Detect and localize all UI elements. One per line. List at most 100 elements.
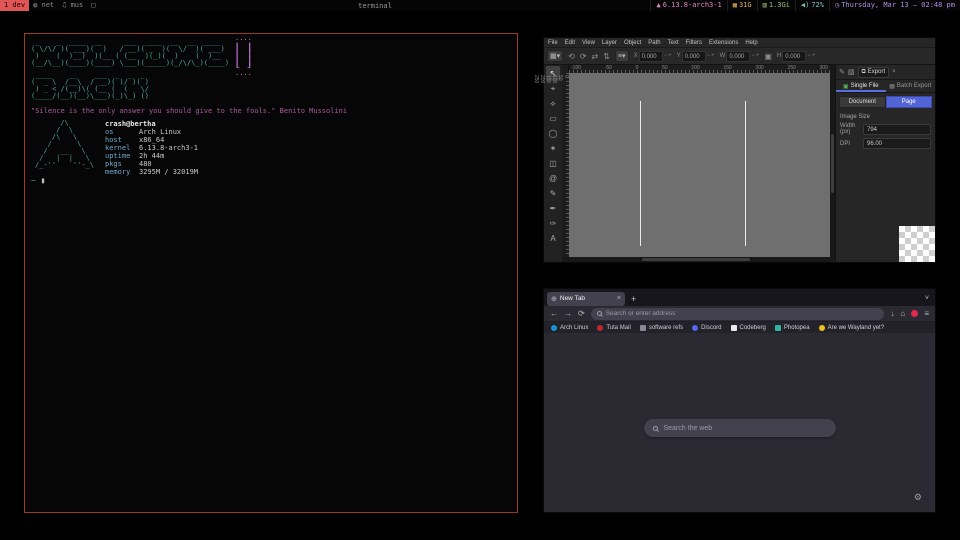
export-width-input[interactable]: 794 (863, 124, 931, 135)
workspace-tag-mus[interactable]: ♫ mus (58, 0, 87, 11)
downloads-button[interactable]: ↓ (890, 309, 894, 318)
codeberg-bookmark-icon (731, 325, 737, 331)
menu-help[interactable]: Help (745, 40, 757, 46)
fetch-row-uptime: uptime 2h 44m (105, 152, 198, 160)
batch-export-tab[interactable]: ▦ Batch Export (886, 80, 936, 92)
folder-icon (640, 325, 646, 331)
focused-window-title: terminal (99, 2, 650, 10)
personalize-gear-icon[interactable]: ⚙ (914, 492, 922, 503)
rotate-ccw-icon[interactable]: ⟲ (568, 52, 575, 61)
new-tab-button[interactable]: + (631, 294, 636, 304)
vertical-ruler[interactable]: 050 100150 200250 (562, 73, 569, 257)
rotate-cw-icon[interactable]: ⟳ (580, 52, 587, 61)
back-ascii-art: ____ __ ___ _ _ _ ( _ \ /__\ / __)( )/ )… (31, 72, 149, 100)
workspace-tag-net[interactable]: ◍ net (29, 0, 58, 11)
menu-text[interactable]: Text (668, 40, 679, 46)
canvas-area: -100-50 050 100150 200250 300 050 100150… (562, 65, 830, 262)
active-tab[interactable]: ⊕ New Tab × (547, 292, 625, 306)
bookmark-discord[interactable]: Discord (692, 325, 721, 331)
y-coordinate-spinner[interactable]: Y 0.000 − + (677, 51, 715, 62)
menu-object[interactable]: Object (624, 40, 641, 46)
clock-status: ◷ Thursday, Mar 13 — 02:48 pm (829, 0, 960, 11)
menu-button[interactable]: ≡ (924, 309, 929, 318)
shell-prompt[interactable]: ~ ▮ (31, 176, 45, 185)
menu-view[interactable]: View (582, 40, 595, 46)
arch-icon: ▲ (656, 0, 660, 11)
fetch-row-os: os Arch Linux (105, 128, 198, 136)
fetch-row-pkgs: pkgs 480 (105, 160, 198, 168)
page-button[interactable]: Page (886, 96, 933, 108)
horizontal-ruler[interactable]: -100-50 050 100150 200250 300 (569, 65, 830, 73)
search-icon (653, 426, 658, 431)
fetch-user-host: crash@bertha (105, 120, 198, 128)
globe-icon: ⊕ (551, 295, 557, 303)
width-spinner[interactable]: W 0.000 − + (720, 51, 760, 62)
single-file-tab[interactable]: ▣ Single File (836, 80, 886, 92)
adblocker-extension-icon[interactable] (911, 310, 918, 317)
workspace-tag-dev[interactable]: 1 dev (0, 0, 29, 11)
terminal-window[interactable]: _ _ ____ __ ___ ____ __ __ ____ ( \/\/ )… (24, 33, 518, 513)
fetch-row-memory: memory 3295M / 32019M (105, 168, 198, 176)
menu-file[interactable]: File (548, 40, 558, 46)
export-icon: ⧉ (862, 69, 866, 76)
export-dpi-input[interactable]: 96.00 (863, 138, 931, 149)
reload-button[interactable]: ⟳ (578, 309, 585, 318)
drawing-canvas[interactable] (569, 73, 830, 257)
dpi-field-row: DPI 96.00 (836, 137, 935, 151)
back-button[interactable]: ← (550, 309, 558, 318)
align-dropdown[interactable]: ≡▾ (615, 50, 629, 62)
horizontal-scrollbar[interactable] (562, 257, 830, 262)
document-button[interactable]: Document (839, 96, 886, 108)
x-coordinate-spinner[interactable]: X 0.000 − + (634, 51, 672, 62)
workspace-tag-empty[interactable]: □ (87, 0, 99, 11)
export-panel-tab[interactable]: ⧉ Export (858, 67, 890, 78)
flip-vertical-icon[interactable]: ⇅ (603, 52, 610, 61)
arch-logo-ascii: /\ / \ /\ \ / \ / __ \ / | | \ /_-'' ''-… (35, 120, 94, 169)
exclamation-ascii-art: ···· ┃ ┃ ┃ ┃ ┃ ┃ ┖ ┚ ···· (235, 37, 252, 79)
url-bar[interactable]: Search or enter address (591, 308, 885, 320)
home-button[interactable]: ⌂ (900, 309, 905, 318)
bookmark-photopea[interactable]: Photopea (775, 325, 810, 331)
fetch-row-kernel: kernel 6.13.8-arch3-1 (105, 144, 198, 152)
export-target-row: Document Page (836, 93, 935, 110)
bookmark-tuta-mail[interactable]: Tuta Mail (597, 325, 630, 331)
image-size-label: Image Size (836, 110, 935, 122)
menu-layer[interactable]: Layer (602, 40, 617, 46)
kernel-status: ▲ 6.13.8-arch3-1 (650, 0, 726, 11)
desktop: 1 dev ◍ net ♫ mus □ terminal ▲ 6.13.8-ar… (0, 0, 960, 540)
forward-button[interactable]: → (564, 309, 572, 318)
export-panel: ✎ ▨ ⧉ Export × ▣ Single File ▦ Batc (835, 65, 935, 262)
bookmark-codeberg[interactable]: Codeberg (731, 325, 766, 331)
select-all-dropdown[interactable]: ▦▾ (547, 50, 563, 62)
web-search-bar[interactable]: Search the web (644, 419, 836, 437)
memory-status: ▥ 1.3Gi (757, 0, 795, 11)
clock-icon: ◷ (835, 0, 839, 11)
menu-edit[interactable]: Edit (565, 40, 575, 46)
bookmark-arch-linux[interactable]: Arch Linux (551, 325, 588, 331)
drawn-vertical-line-1[interactable] (640, 101, 641, 246)
cursor-block: ▮ (41, 176, 46, 185)
browser-window[interactable]: ⊕ New Tab × + ˅ ← → ⟳ Search or enter ad… (543, 288, 936, 513)
pencil-panel-icon[interactable]: ✎ (839, 68, 845, 76)
lock-ratio-icon[interactable]: ▣ (764, 52, 772, 61)
menu-filters[interactable]: Filters (686, 40, 702, 46)
menu-extensions[interactable]: Extensions (709, 40, 738, 46)
inkscape-main-area: ↖ ⌖ ⟡ ▭ ◯ ✶ ◫ @ ✎ ✒ ✑ A -100-50 050 (544, 65, 935, 262)
flip-horizontal-icon[interactable]: ⇄ (592, 52, 599, 61)
bookmark-folder-software-refs[interactable]: software refs (640, 325, 683, 331)
canvas-row: 050 100150 200250 (562, 73, 830, 257)
tab-close-icon[interactable]: × (617, 295, 621, 302)
inkscape-window[interactable]: File Edit View Layer Object Path Text Fi… (543, 37, 936, 263)
wayland-bookmark-icon (819, 325, 825, 331)
discord-bookmark-icon (692, 325, 698, 331)
export-mode-tabs: ▣ Single File ▦ Batch Export (836, 80, 935, 93)
close-panel-icon[interactable]: × (892, 69, 896, 75)
menu-path[interactable]: Path (648, 40, 660, 46)
drawn-vertical-line-2[interactable] (745, 101, 746, 246)
height-spinner[interactable]: H 0.000 − + (777, 51, 815, 62)
swatches-panel-icon[interactable]: ▨ (848, 68, 855, 76)
bookmark-are-we-wayland-yet[interactable]: Are we Wayland yet? (819, 325, 884, 331)
list-all-tabs-icon[interactable]: ˅ (925, 295, 932, 302)
tool-controls-bar: ▦▾ ⟲ ⟳ ⇄ ⇅ ≡▾ X 0.000 − + Y 0.000 − + W … (544, 47, 935, 65)
bookmarks-bar: Arch Linux Tuta Mail software refs Disco… (544, 322, 935, 333)
